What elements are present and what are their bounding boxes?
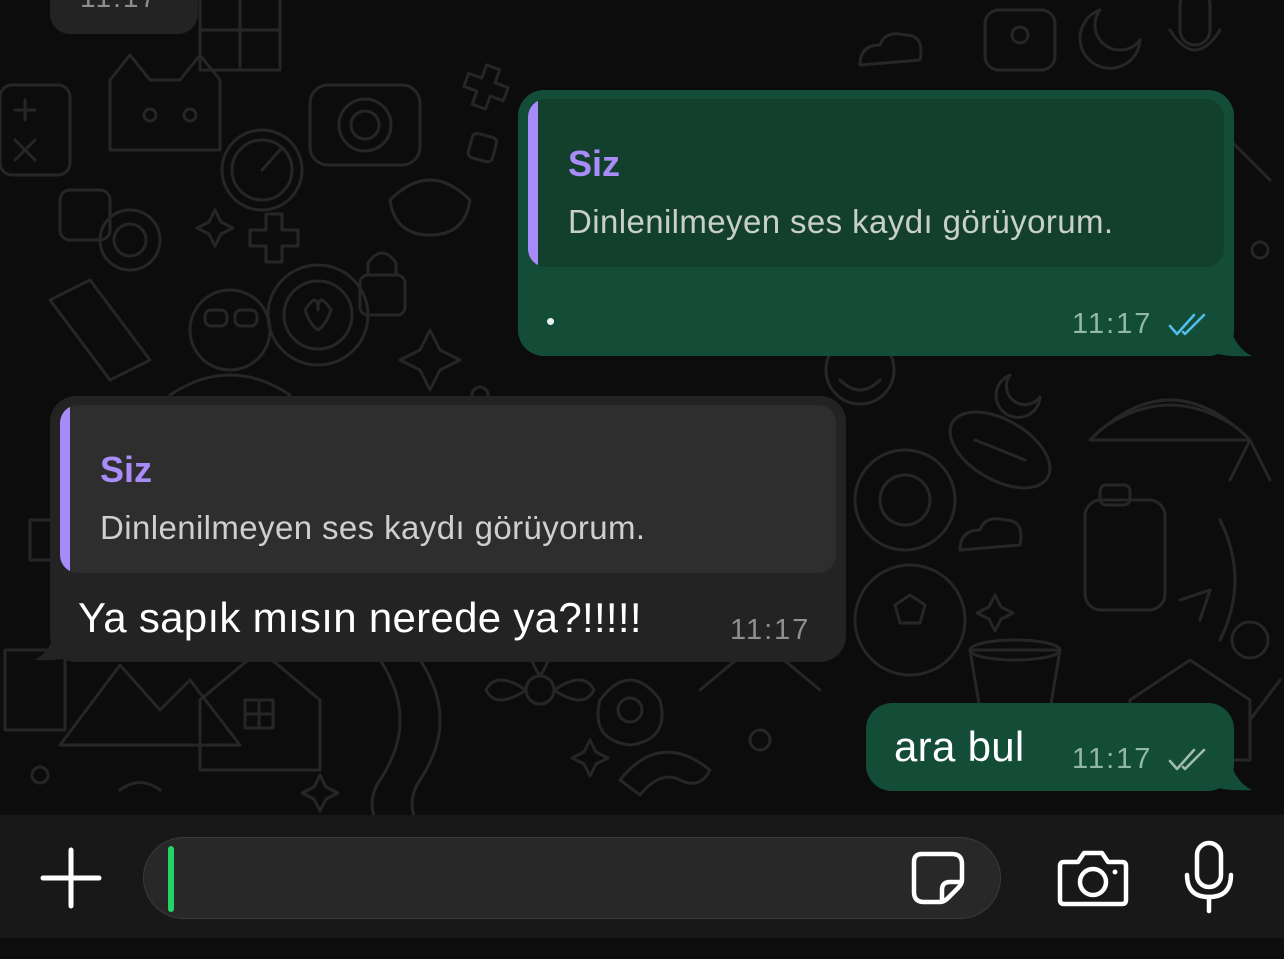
message-list[interactable]: 11:17 Siz Dinlenilmeyen ses kaydı görüyo…	[0, 0, 1284, 815]
message-text: ara bul	[894, 723, 1025, 770]
outgoing-message-bubble[interactable]: Siz Dinlenilmeyen ses kaydı görüyorum. •…	[518, 90, 1234, 356]
camera-icon	[1057, 850, 1129, 907]
message-time: 11:17	[80, 0, 158, 14]
message-time: 11:17	[1072, 743, 1153, 775]
quoted-message[interactable]: Siz Dinlenilmeyen ses kaydı görüyorum.	[528, 99, 1224, 267]
microphone-icon	[1184, 840, 1234, 914]
quote-text: Dinlenilmeyen ses kaydı görüyorum.	[100, 509, 646, 546]
message-text: •	[546, 306, 556, 336]
quote-accent-bar	[60, 405, 70, 573]
message-input[interactable]	[184, 848, 888, 910]
incoming-message-bubble[interactable]: Siz Dinlenilmeyen ses kaydı görüyorum. Y…	[50, 396, 846, 662]
quote-text: Dinlenilmeyen ses kaydı görüyorum.	[568, 203, 1114, 240]
message-input-field[interactable]	[143, 837, 1001, 919]
home-indicator-area	[0, 938, 1284, 959]
message-time: 11:17	[1072, 308, 1153, 340]
plus-icon	[40, 847, 102, 909]
quote-accent-bar	[528, 99, 538, 267]
attach-button[interactable]	[36, 843, 106, 913]
chat-screen: 11:17 Siz Dinlenilmeyen ses kaydı görüyo…	[0, 0, 1284, 959]
double-check-icon	[1168, 748, 1206, 771]
composer-bar	[0, 815, 1284, 959]
quoted-message[interactable]: Siz Dinlenilmeyen ses kaydı görüyorum.	[60, 405, 836, 573]
sticker-icon	[911, 851, 965, 905]
text-caret	[168, 846, 174, 912]
microphone-button[interactable]	[1176, 837, 1242, 919]
previous-message-bubble[interactable]: 11:17	[50, 0, 198, 34]
quote-author: Siz	[568, 143, 621, 184]
sticker-button[interactable]	[906, 848, 970, 908]
message-text: Ya sapık mısın nerede ya?!!!!!	[78, 594, 642, 641]
quote-author: Siz	[100, 449, 153, 490]
camera-button[interactable]	[1054, 843, 1132, 913]
outgoing-message-bubble[interactable]: ara bul 11:17	[866, 703, 1234, 791]
message-time: 11:17	[730, 614, 811, 646]
double-check-icon	[1168, 313, 1206, 336]
